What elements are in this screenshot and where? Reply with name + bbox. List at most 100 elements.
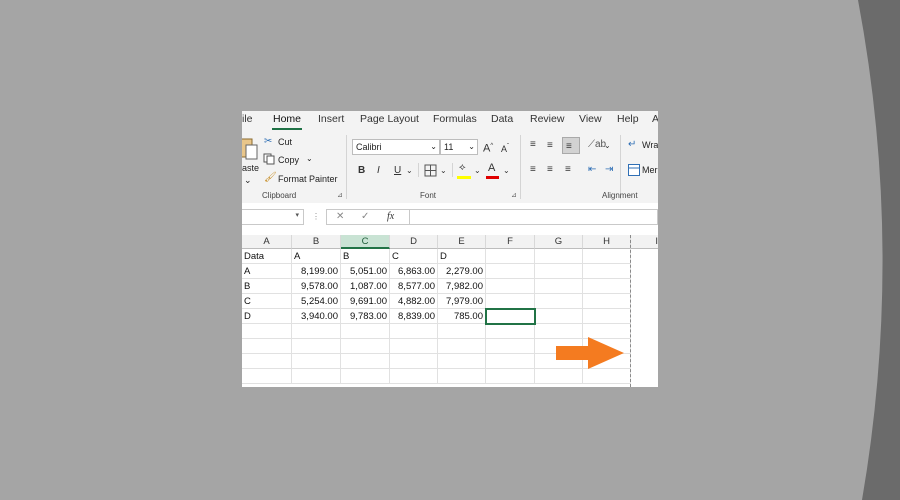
wrap-text-icon[interactable]: ↵	[628, 139, 636, 151]
borders-dropdown-icon[interactable]: ⌄	[440, 165, 447, 177]
underline-dropdown-icon[interactable]: ⌄	[406, 165, 413, 177]
fill-color-dropdown-icon[interactable]: ⌄	[474, 165, 481, 177]
decrease-indent-icon[interactable]: ⇤	[588, 164, 596, 176]
cell-c7[interactable]	[341, 339, 390, 354]
column-header-a[interactable]: A	[242, 235, 292, 249]
cell-a2[interactable]: A	[242, 264, 292, 279]
cell-a6[interactable]	[242, 324, 292, 339]
cell-h4[interactable]	[583, 294, 631, 309]
align-right-icon[interactable]: ≡	[565, 164, 571, 176]
cell-f8[interactable]	[486, 354, 535, 369]
font-name-dropdown[interactable]: Calibri ⌄	[352, 139, 440, 155]
cell-h1[interactable]	[583, 249, 631, 264]
paste-dropdown-icon[interactable]: ⌄	[244, 175, 252, 186]
copy-button[interactable]: Copy	[278, 155, 299, 165]
cell-g9[interactable]	[535, 369, 583, 384]
cell-b8[interactable]	[292, 354, 341, 369]
formula-input[interactable]	[410, 209, 658, 225]
align-center-icon[interactable]: ≡	[547, 164, 553, 176]
cell-f6[interactable]	[486, 324, 535, 339]
bold-button[interactable]: B	[358, 165, 365, 177]
cell-d9[interactable]	[390, 369, 438, 384]
cell-b4[interactable]: 5,254.00	[292, 294, 341, 309]
column-header-f[interactable]: F	[486, 235, 535, 249]
cell-g5[interactable]	[535, 309, 583, 324]
column-header-b[interactable]: B	[292, 235, 341, 249]
cell-c4[interactable]: 9,691.00	[341, 294, 390, 309]
name-box[interactable]: ▾	[242, 209, 304, 225]
cell-e7[interactable]	[438, 339, 486, 354]
drag-handle-icon[interactable]: ⋮	[312, 211, 320, 223]
cell-g2[interactable]	[535, 264, 583, 279]
cell-a3[interactable]: B	[242, 279, 292, 294]
column-header-c[interactable]: C	[341, 235, 390, 249]
cell-e3[interactable]: 7,982.00	[438, 279, 486, 294]
cell-h5[interactable]	[583, 309, 631, 324]
enter-icon[interactable]: ✓	[361, 211, 369, 223]
cell-f7[interactable]	[486, 339, 535, 354]
tab-automate[interactable]: A	[652, 113, 658, 125]
cell-e9[interactable]	[438, 369, 486, 384]
cancel-icon[interactable]: ✕	[336, 211, 344, 223]
cell-b6[interactable]	[292, 324, 341, 339]
format-painter-icon[interactable]: 🖌	[264, 172, 277, 184]
paste-icon[interactable]	[242, 135, 260, 161]
tab-file[interactable]: ile	[242, 113, 253, 125]
font-color-button[interactable]: A	[488, 162, 495, 174]
bottom-align-button[interactable]: ≡	[562, 137, 580, 154]
cell-h3[interactable]	[583, 279, 631, 294]
cell-d4[interactable]: 4,882.00	[390, 294, 438, 309]
tab-home[interactable]: Home	[273, 113, 301, 125]
cell-f1[interactable]	[486, 249, 535, 264]
column-header-g[interactable]: G	[535, 235, 583, 249]
column-header-h[interactable]: H	[583, 235, 631, 249]
cell-e6[interactable]	[438, 324, 486, 339]
cell-g1[interactable]	[535, 249, 583, 264]
cell-d3[interactable]: 8,577.00	[390, 279, 438, 294]
cell-f4[interactable]	[486, 294, 535, 309]
align-left-icon[interactable]: ≡	[530, 164, 536, 176]
font-color-dropdown-icon[interactable]: ⌄	[503, 165, 510, 177]
cell-f9[interactable]	[486, 369, 535, 384]
cell-d8[interactable]	[390, 354, 438, 369]
column-header-i[interactable]: I	[631, 235, 658, 249]
tab-help[interactable]: Help	[617, 113, 639, 125]
decrease-font-size-button[interactable]: Aˇ	[501, 141, 509, 155]
cell-b7[interactable]	[292, 339, 341, 354]
cell-d2[interactable]: 6,863.00	[390, 264, 438, 279]
tab-data[interactable]: Data	[491, 113, 513, 125]
cell-b2[interactable]: 8,199.00	[292, 264, 341, 279]
cell-b3[interactable]: 9,578.00	[292, 279, 341, 294]
cell-e2[interactable]: 2,279.00	[438, 264, 486, 279]
cell-d5[interactable]: 8,839.00	[390, 309, 438, 324]
top-align-icon[interactable]: ≡	[530, 139, 536, 151]
font-size-dropdown[interactable]: 11 ⌄	[440, 139, 478, 155]
cell-a9[interactable]	[242, 369, 292, 384]
cell-a1[interactable]: Data	[242, 249, 292, 264]
insert-function-icon[interactable]: fx	[387, 211, 394, 223]
cell-b9[interactable]	[292, 369, 341, 384]
increase-indent-icon[interactable]: ⇥	[605, 164, 613, 176]
cell-g3[interactable]	[535, 279, 583, 294]
cell-h9[interactable]	[583, 369, 631, 384]
underline-button[interactable]: U	[394, 165, 401, 177]
tab-insert[interactable]: Insert	[318, 113, 344, 125]
cell-a8[interactable]	[242, 354, 292, 369]
cell-c5[interactable]: 9,783.00	[341, 309, 390, 324]
merge-center-icon[interactable]	[628, 164, 640, 176]
cut-button[interactable]: Cut	[278, 137, 292, 147]
cut-icon[interactable]: ✂	[264, 136, 272, 148]
merge-center-button[interactable]: Mer	[642, 165, 658, 175]
fill-color-icon[interactable]: ⟡	[459, 162, 466, 174]
format-painter-button[interactable]: Format Painter	[278, 174, 338, 184]
borders-icon[interactable]	[424, 164, 437, 177]
wrap-text-button[interactable]: Wra	[642, 140, 658, 150]
paste-label[interactable]: aste	[242, 163, 259, 173]
cell-f2[interactable]	[486, 264, 535, 279]
cell-e1[interactable]: D	[438, 249, 486, 264]
tab-page-layout[interactable]: Page Layout	[360, 113, 419, 125]
cell-e5[interactable]: 785.00	[438, 309, 486, 324]
cell-c9[interactable]	[341, 369, 390, 384]
active-cell-selection[interactable]	[485, 308, 536, 325]
tab-view[interactable]: View	[579, 113, 602, 125]
